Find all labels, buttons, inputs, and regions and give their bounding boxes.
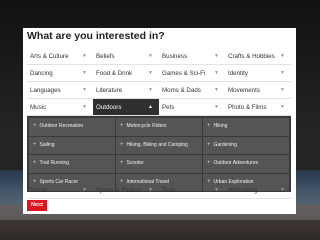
chevron-down-icon: ▼	[82, 104, 87, 110]
category-item[interactable]: Crafts & Hobbies ▼	[225, 48, 291, 65]
category-row: Music ▼ Outdoors ▲ Pets ▼ Photo & Films …	[27, 99, 291, 116]
plus-icon: +	[120, 141, 124, 148]
category-label: Food & Drink	[96, 70, 133, 77]
plus-icon: +	[120, 160, 124, 166]
category-grid: Arts & Culture ▼ Beliefs ▼ Business ▼ Cr…	[27, 48, 291, 116]
subcategory-item[interactable]: + Gardening	[203, 136, 289, 154]
category-item[interactable]: Food & Drink ▼	[93, 65, 159, 82]
subcategory-item[interactable]: + Scooter	[116, 155, 202, 173]
subcategory-grid: + Outdoor Recreation + Motorcycle Riders +…	[29, 118, 289, 191]
next-button[interactable]: Next	[27, 200, 47, 211]
category-item-outdoors[interactable]: Outdoors ▲	[93, 99, 159, 116]
subcategory-label: Trail Running	[39, 160, 70, 166]
chevron-down-icon: ▼	[82, 187, 87, 193]
chevron-up-icon: ▲	[148, 104, 153, 110]
category-row: Arts & Culture ▼ Beliefs ▼ Business ▼ Cr…	[27, 48, 291, 65]
category-label: Literature	[96, 87, 123, 94]
subcategory-label: Outdoor Recreation	[39, 123, 84, 129]
category-label: Arts & Culture	[30, 53, 69, 60]
category-item[interactable]: Social ▼	[27, 182, 93, 199]
category-label: Tech	[162, 187, 176, 194]
plus-icon: +	[207, 160, 211, 166]
subcategory-item[interactable]: + Motorcycle Riders	[116, 118, 202, 136]
chevron-down-icon: ▼	[280, 70, 285, 76]
category-label: Photo & Films	[228, 104, 267, 111]
subcategory-label: Outdoor Adventures	[213, 160, 258, 166]
category-label: Outdoors	[96, 104, 122, 111]
category-item[interactable]: Dancing ▼	[27, 65, 93, 82]
chevron-down-icon: ▼	[214, 187, 219, 193]
chevron-down-icon: ▼	[214, 53, 219, 59]
category-item[interactable]: Identity ▼	[225, 65, 291, 82]
category-label: Dancing	[30, 70, 53, 77]
subcategory-label: Scooter	[126, 160, 144, 166]
plus-icon: +	[33, 160, 37, 166]
subcategory-label: Hiking	[213, 123, 228, 129]
category-label: Pets	[162, 104, 175, 111]
category-label: Music	[30, 104, 47, 111]
chevron-down-icon: ▼	[214, 87, 219, 93]
category-item[interactable]: Arts & Culture ▼	[27, 48, 93, 65]
chevron-down-icon: ▼	[148, 70, 153, 76]
subcategory-label: Hiking, Biking and Camping	[126, 141, 188, 148]
plus-icon: +	[33, 141, 37, 148]
category-item[interactable]: Business ▼	[159, 48, 225, 65]
category-label: Identity	[228, 70, 248, 77]
chevron-down-icon: ▼	[280, 104, 285, 110]
category-label: Beliefs	[96, 53, 115, 60]
chevron-down-icon: ▼	[280, 187, 285, 193]
category-item[interactable]: Games & Sci-Fi ▼	[159, 65, 225, 82]
subcategory-item[interactable]: + Outdoor Adventures	[203, 155, 289, 173]
category-label: Sports & Fitness	[96, 187, 142, 194]
subcategory-item[interactable]: + Sailing	[29, 136, 115, 154]
category-item[interactable]: Moms & Dads ▼	[159, 82, 225, 99]
subcategory-item[interactable]: + Hiking	[203, 118, 289, 136]
plus-icon: +	[120, 123, 124, 129]
subcategory-label: Gardening	[213, 141, 237, 148]
chevron-down-icon: ▼	[148, 187, 153, 193]
category-label: Business	[162, 53, 188, 60]
plus-icon: +	[33, 123, 37, 129]
subcategory-panel: + Outdoor Recreation + Motorcycle Riders +…	[27, 116, 291, 192]
category-item[interactable]: Well-being ▼	[225, 182, 291, 199]
chevron-down-icon: ▼	[280, 53, 285, 59]
plus-icon: +	[207, 123, 211, 129]
category-label: Games & Sci-Fi	[162, 70, 206, 77]
category-label: Movements	[228, 87, 260, 94]
category-row: Languages ▼ Literature ▼ Moms & Dads ▼ M…	[27, 82, 291, 99]
category-item[interactable]: Music ▼	[27, 99, 93, 116]
category-item[interactable]: Photo & Films ▼	[225, 99, 291, 116]
chevron-down-icon: ▼	[214, 70, 219, 76]
category-label: Languages	[30, 87, 61, 94]
interests-card: What are you interested in? Arts & Cultu…	[23, 28, 296, 214]
category-item[interactable]: Movements ▼	[225, 82, 291, 99]
category-item[interactable]: Beliefs ▼	[93, 48, 159, 65]
plus-icon: +	[207, 141, 211, 148]
subcategory-label: Motorcycle Riders	[126, 123, 167, 129]
chevron-down-icon: ▼	[148, 87, 153, 93]
category-row: Social ▼ Sports & Fitness ▼ Tech ▼ Well-…	[27, 182, 291, 199]
category-item[interactable]: Tech ▼	[159, 182, 225, 199]
subcategory-item[interactable]: + Outdoor Recreation	[29, 118, 115, 136]
subcategory-item[interactable]: + Trail Running	[29, 155, 115, 173]
category-label: Well-being	[228, 187, 258, 194]
category-item[interactable]: Pets ▼	[159, 99, 225, 116]
chevron-down-icon: ▼	[82, 87, 87, 93]
subcategory-label: Sailing	[39, 141, 55, 148]
category-item[interactable]: Languages ▼	[27, 82, 93, 99]
page-title: What are you interested in?	[27, 30, 165, 42]
chevron-down-icon: ▼	[82, 53, 87, 59]
category-item[interactable]: Literature ▼	[93, 82, 159, 99]
chevron-down-icon: ▼	[148, 53, 153, 59]
category-label: Social	[30, 187, 47, 194]
chevron-down-icon: ▼	[214, 104, 219, 110]
category-item[interactable]: Sports & Fitness ▼	[93, 182, 159, 199]
category-label: Crafts & Hobbies	[228, 53, 275, 60]
subcategory-item[interactable]: + Hiking, Biking and Camping	[116, 136, 202, 154]
category-label: Moms & Dads	[162, 87, 201, 94]
category-row: Dancing ▼ Food & Drink ▼ Games & Sci-Fi …	[27, 65, 291, 82]
chevron-down-icon: ▼	[82, 70, 87, 76]
chevron-down-icon: ▼	[280, 87, 285, 93]
